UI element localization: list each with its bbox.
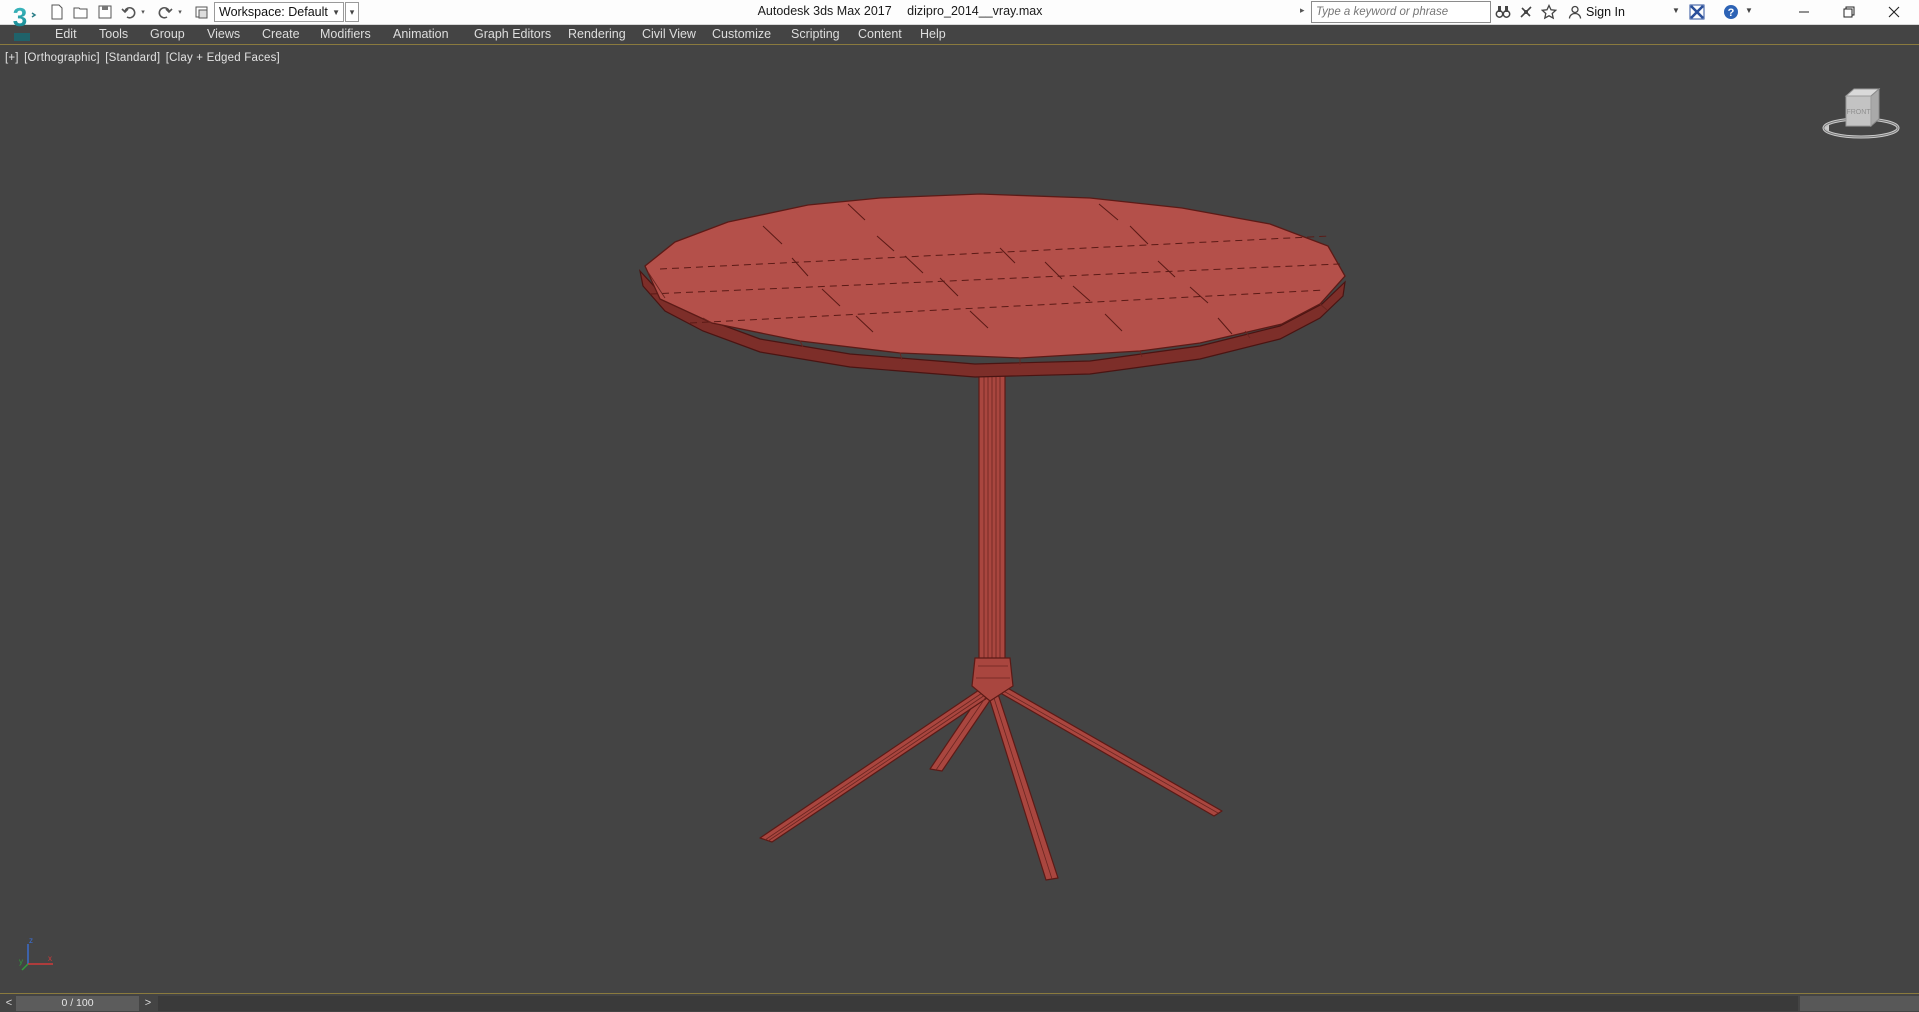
table-model[interactable] bbox=[0, 46, 1919, 993]
app-title: Autodesk 3ds Max 2017 bbox=[757, 4, 892, 18]
communication-center-icon[interactable] bbox=[1517, 3, 1535, 21]
search-input[interactable] bbox=[1311, 1, 1491, 23]
menu-content[interactable]: Content bbox=[858, 27, 902, 41]
svg-text:?: ? bbox=[1728, 7, 1735, 19]
app-logo-button[interactable]: 3 bbox=[5, 1, 39, 44]
menu-graph-editors[interactable]: Graph Editors bbox=[474, 27, 551, 41]
menu-modifiers[interactable]: Modifiers bbox=[320, 27, 371, 41]
menu-civil-view[interactable]: Civil View bbox=[642, 27, 696, 41]
restore-icon bbox=[1843, 6, 1855, 18]
menu-bar: Edit Tools Group Views Create Modifiers … bbox=[0, 25, 1919, 45]
axis-tripod: z x y bbox=[18, 934, 58, 974]
table-column bbox=[971, 367, 1014, 702]
menu-help[interactable]: Help bbox=[920, 27, 946, 41]
binoculars-icon[interactable] bbox=[1494, 3, 1512, 21]
close-icon bbox=[1888, 6, 1900, 18]
title-bar: ▾ ▾ Workspace: Default ▼ ▾ Autodesk 3ds … bbox=[0, 0, 1919, 25]
axis-z-label: z bbox=[29, 936, 33, 945]
sign-in-dropdown-icon[interactable]: ▼ bbox=[1672, 6, 1680, 15]
time-slider-next-button[interactable]: > bbox=[141, 996, 155, 1011]
user-icon bbox=[1568, 5, 1582, 19]
axis-y-label: y bbox=[19, 957, 23, 966]
favorites-star-icon[interactable] bbox=[1540, 3, 1558, 21]
viewcube[interactable]: FRONT bbox=[1821, 81, 1901, 141]
time-slider-track[interactable] bbox=[158, 996, 1798, 1011]
axis-x-label: x bbox=[48, 954, 52, 963]
time-slider-prev-button[interactable]: < bbox=[2, 996, 16, 1011]
menu-customize[interactable]: Customize bbox=[712, 27, 771, 41]
sign-in-button[interactable]: Sign In bbox=[1568, 3, 1625, 21]
viewcube-face-label: FRONT bbox=[1846, 109, 1871, 116]
file-name: dizipro_2014__vray.max bbox=[907, 4, 1043, 18]
perspective-viewport[interactable]: [+] [Orthographic] [Standard] [Clay + Ed… bbox=[0, 46, 1919, 993]
menu-edit[interactable]: Edit bbox=[55, 27, 77, 41]
minimize-button[interactable] bbox=[1781, 0, 1827, 24]
time-slider-bar: < 0 / 100 > bbox=[0, 993, 1919, 1012]
search-expand-icon[interactable]: ▸ bbox=[1300, 5, 1305, 16]
menu-tools[interactable]: Tools bbox=[99, 27, 128, 41]
time-slider-thumb[interactable]: 0 / 100 bbox=[16, 996, 139, 1011]
search-box: ▸ bbox=[1300, 1, 1491, 23]
menu-create[interactable]: Create bbox=[262, 27, 300, 41]
help-dropdown-icon[interactable]: ▼ bbox=[1745, 6, 1753, 15]
menu-views[interactable]: Views bbox=[207, 27, 240, 41]
help-icon[interactable]: ? bbox=[1722, 3, 1740, 21]
time-slider-end-region bbox=[1800, 996, 1919, 1011]
minimize-icon bbox=[1799, 11, 1809, 13]
logo-glyph: 3 bbox=[13, 2, 27, 32]
sign-in-label: Sign In bbox=[1586, 5, 1625, 19]
autodesk-exchange-icon[interactable] bbox=[1688, 3, 1706, 21]
menu-animation[interactable]: Animation bbox=[393, 27, 449, 41]
table-legs bbox=[759, 685, 1223, 881]
restore-button[interactable] bbox=[1826, 0, 1872, 24]
table-leg-front bbox=[987, 693, 1059, 881]
close-button[interactable] bbox=[1871, 0, 1917, 24]
menu-rendering[interactable]: Rendering bbox=[568, 27, 626, 41]
menu-group[interactable]: Group bbox=[150, 27, 185, 41]
menu-scripting[interactable]: Scripting bbox=[791, 27, 840, 41]
